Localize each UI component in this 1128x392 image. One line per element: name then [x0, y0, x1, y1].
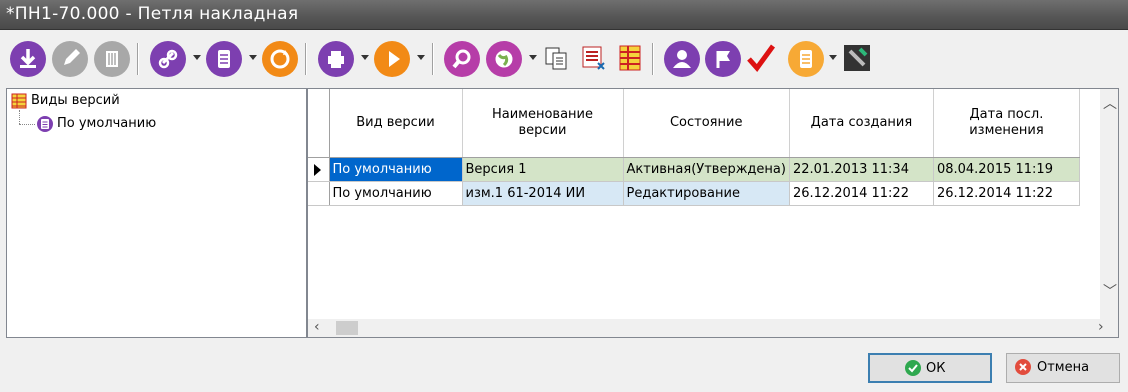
play-icon[interactable]: [374, 41, 410, 77]
column-header-version-kind[interactable]: Вид версии: [329, 89, 463, 158]
globe-icon[interactable]: [486, 41, 522, 77]
download-icon[interactable]: [10, 41, 46, 77]
delete-icon[interactable]: [94, 41, 130, 77]
print-icon[interactable]: [318, 41, 354, 77]
table-row[interactable]: По умолчанию изм.1 61-2014 ИИ Редактиров…: [308, 181, 1080, 206]
toolbar-separator: [137, 43, 139, 75]
current-row-arrow-icon: [314, 164, 321, 176]
tree-line: [19, 124, 35, 125]
row-indicator: [308, 181, 330, 206]
list-icon[interactable]: [788, 41, 824, 77]
toolbar: [0, 31, 1128, 85]
column-header-state[interactable]: Состояние: [623, 89, 790, 158]
scroll-right-icon[interactable]: ›: [1098, 319, 1104, 335]
link-icon[interactable]: [150, 41, 186, 77]
cell-modified[interactable]: 26.12.2014 11:22: [933, 181, 1080, 206]
scroll-down-icon[interactable]: ﹀: [1103, 281, 1117, 301]
column-header-created[interactable]: Дата создания: [789, 89, 934, 158]
row-indicator-header: [308, 89, 330, 158]
row-indicator: [308, 157, 330, 182]
document-dropdown-icon[interactable]: [249, 55, 257, 60]
cell-version-kind[interactable]: По умолчанию: [329, 181, 463, 206]
toolbar-separator: [432, 43, 434, 75]
toolbar-separator: [305, 43, 307, 75]
tree-line: [19, 110, 20, 124]
flag-icon[interactable]: [705, 41, 741, 77]
scroll-up-icon[interactable]: ︿: [1103, 93, 1117, 113]
edit-icon[interactable]: [52, 41, 88, 77]
horizontal-scroll-thumb[interactable]: [336, 321, 358, 335]
report-icon[interactable]: [580, 43, 610, 73]
versions-folder-icon: [11, 93, 27, 109]
cell-created[interactable]: 26.12.2014 11:22: [789, 181, 934, 206]
title-bar: *ПН1-70.000 - Петля накладная: [0, 0, 1128, 30]
link-dropdown-icon[interactable]: [193, 55, 201, 60]
cancel-x-icon: [1015, 359, 1031, 375]
horizontal-scrollbar[interactable]: ‹ ›: [308, 319, 1118, 337]
globe-dropdown-icon[interactable]: [529, 55, 537, 60]
table-icon[interactable]: [616, 43, 646, 73]
table-row[interactable]: По умолчанию Версия 1 Активная(Утвержден…: [308, 157, 1080, 182]
search-icon[interactable]: [444, 41, 480, 77]
user-icon[interactable]: [664, 41, 700, 77]
refresh-icon[interactable]: [262, 41, 298, 77]
tree-item-default[interactable]: По умолчанию: [57, 114, 156, 134]
default-version-icon: [37, 116, 53, 132]
list-dropdown-icon[interactable]: [829, 55, 837, 60]
tree-root-label[interactable]: Виды версий: [31, 91, 120, 111]
versions-grid: Вид версии Наименование версии Состояние…: [307, 88, 1119, 338]
cancel-button[interactable]: Отмена: [1006, 353, 1120, 383]
cell-version-kind[interactable]: По умолчанию: [329, 157, 463, 182]
play-dropdown-icon[interactable]: [417, 55, 425, 60]
tool-icon[interactable]: [842, 43, 872, 73]
cell-created[interactable]: 22.01.2013 11:34: [789, 157, 934, 182]
print-dropdown-icon[interactable]: [361, 55, 369, 60]
cancel-label: Отмена: [1037, 360, 1090, 375]
column-header-modified[interactable]: Дата посл. изменения: [933, 89, 1080, 158]
versions-table: Вид версии Наименование версии Состояние…: [308, 89, 1080, 206]
cell-modified[interactable]: 08.04.2015 11:19: [933, 157, 1080, 182]
cell-state[interactable]: Активная(Утверждена): [623, 157, 790, 182]
version-tree: Виды версий По умолчанию: [6, 88, 307, 338]
document-icon[interactable]: [206, 41, 242, 77]
column-header-version-name[interactable]: Наименование версии: [462, 89, 624, 158]
cell-version-name[interactable]: изм.1 61-2014 ИИ: [462, 181, 624, 206]
cell-version-name[interactable]: Версия 1: [462, 157, 624, 182]
ok-check-icon: [905, 360, 921, 376]
check-icon[interactable]: [745, 41, 776, 72]
vertical-scrollbar[interactable]: ︿ ﹀: [1100, 89, 1118, 319]
copy-icon[interactable]: [542, 43, 572, 73]
ok-button[interactable]: ОК: [868, 353, 992, 383]
window-title: *ПН1-70.000 - Петля накладная: [6, 4, 299, 24]
ok-label: ОК: [926, 361, 946, 376]
scroll-left-icon[interactable]: ‹: [314, 319, 320, 335]
cell-state[interactable]: Редактирование: [623, 181, 790, 206]
toolbar-separator: [652, 43, 654, 75]
